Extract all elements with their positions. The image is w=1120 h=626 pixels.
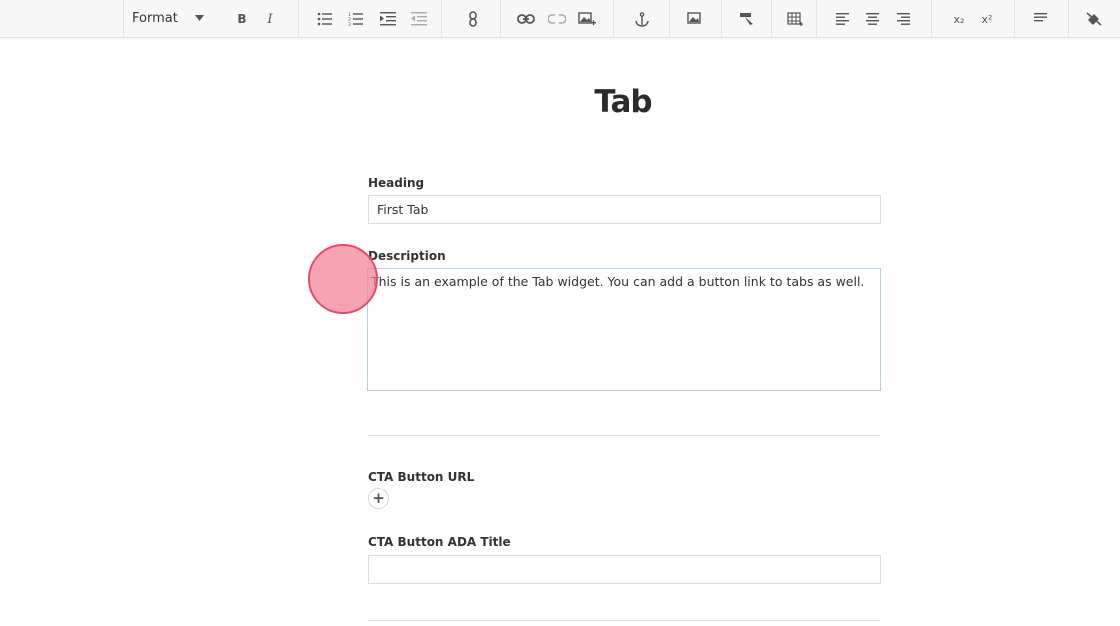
- description-textarea[interactable]: This is an example of the Tab widget. Yo…: [367, 268, 881, 391]
- unlink-icon[interactable]: [546, 8, 568, 30]
- table-icon[interactable]: [784, 8, 806, 30]
- chevron-down-icon[interactable]: [195, 14, 204, 22]
- indent-icon[interactable]: [377, 8, 399, 30]
- paragraph-format-icon[interactable]: [1030, 8, 1052, 30]
- bulleted-list-icon[interactable]: [314, 8, 336, 30]
- italic-button[interactable]: I: [259, 8, 281, 30]
- page-title: Tab: [594, 84, 652, 120]
- section-divider: [368, 620, 880, 621]
- format-painter-icon[interactable]: [736, 8, 758, 30]
- svg-text:3: 3: [348, 22, 351, 26]
- description-label: Description: [368, 249, 446, 263]
- align-center-icon[interactable]: [862, 8, 884, 30]
- format-dropdown[interactable]: Format: [132, 11, 178, 26]
- cta-title-label: CTA Button ADA Title: [368, 535, 511, 549]
- insert-image-icon[interactable]: [576, 8, 598, 30]
- subscript-button[interactable]: x₂: [948, 8, 970, 30]
- numbered-list-icon[interactable]: 123: [345, 8, 367, 30]
- align-left-icon[interactable]: [832, 8, 854, 30]
- section-divider: [368, 435, 880, 436]
- editor-toolbar: Format B I 123 x₂ x²: [0, 0, 1120, 38]
- cta-url-label: CTA Button URL: [368, 470, 475, 484]
- align-right-icon[interactable]: [893, 8, 915, 30]
- outdent-icon[interactable]: [408, 8, 430, 30]
- bold-button[interactable]: B: [231, 8, 253, 30]
- add-cta-url-button[interactable]: +: [368, 488, 389, 509]
- heading-label: Heading: [368, 176, 425, 190]
- click-indicator: [308, 244, 378, 314]
- link-icon[interactable]: [515, 8, 537, 30]
- cta-title-input[interactable]: [368, 555, 881, 584]
- anchor-icon[interactable]: [631, 8, 653, 30]
- image-icon[interactable]: [683, 8, 705, 30]
- clear-formatting-icon[interactable]: [1083, 8, 1105, 30]
- superscript-button[interactable]: x²: [976, 8, 998, 30]
- heading-input[interactable]: First Tab: [368, 195, 881, 224]
- source-link-icon[interactable]: [462, 8, 484, 30]
